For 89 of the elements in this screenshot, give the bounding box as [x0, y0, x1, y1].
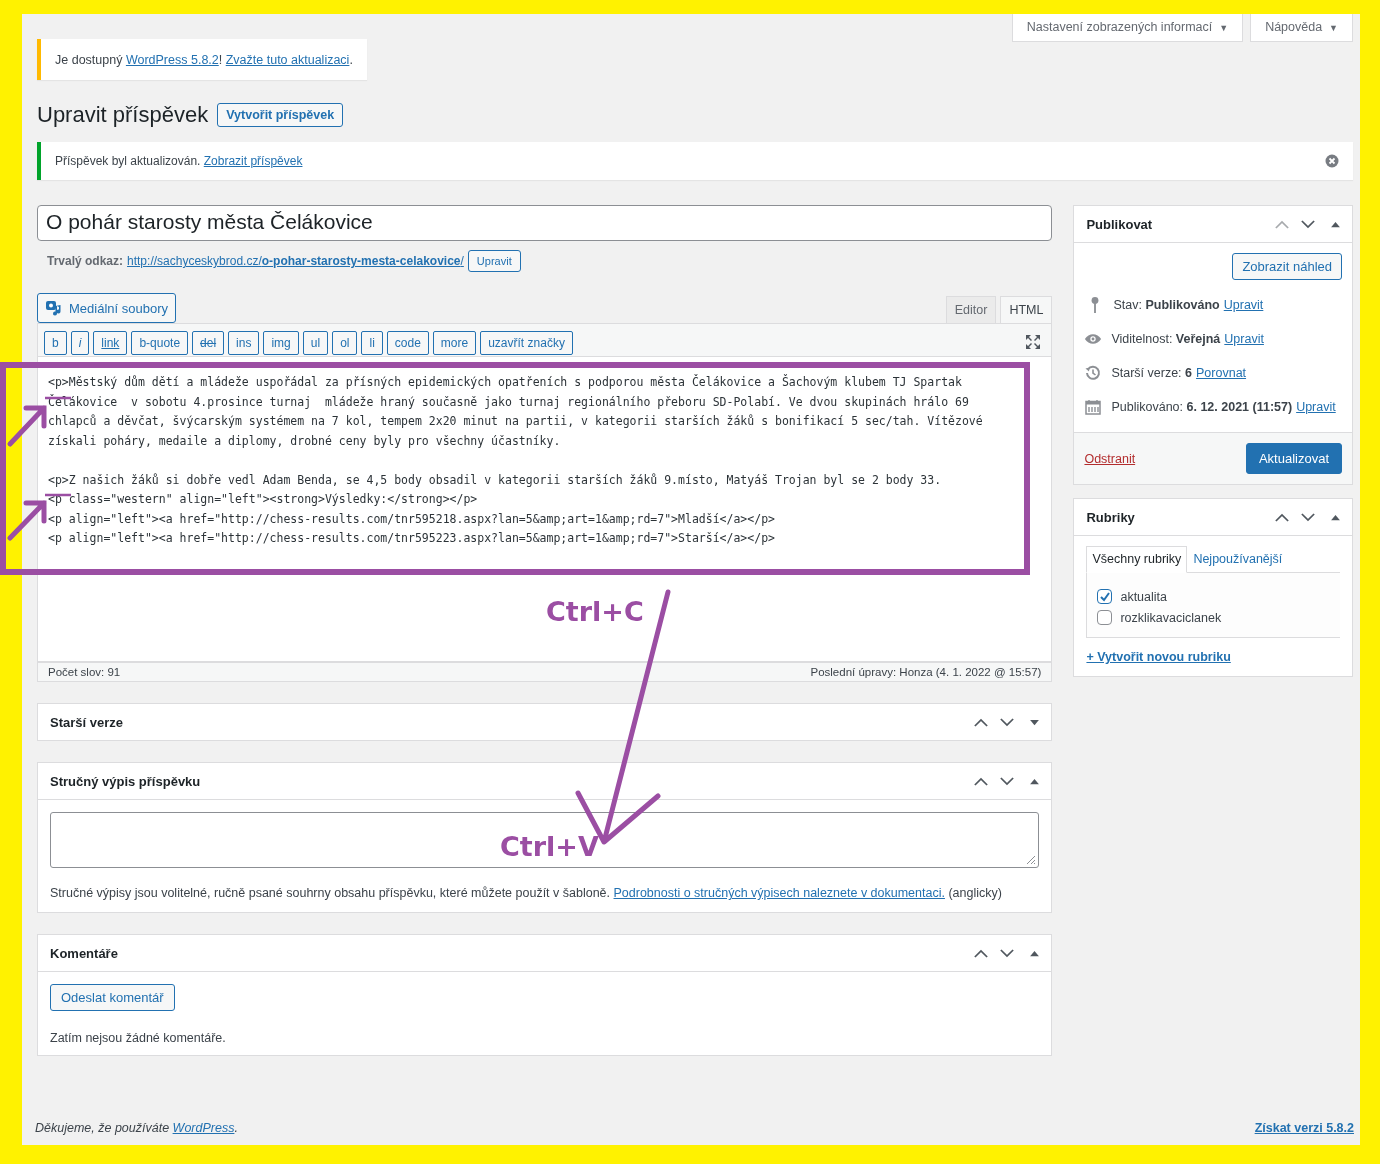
no-comments-text: Zatím nejsou žádné komentáře. [50, 1031, 227, 1045]
media-icon [45, 299, 63, 317]
publish-info: Starší verze: 6 [1111, 366, 1193, 380]
calendar-icon [1084, 399, 1103, 415]
tag-button[interactable]: i [70, 331, 90, 355]
screen-tab[interactable]: Nápověda ▼ [1250, 14, 1353, 42]
tag-button[interactable]: ol [332, 331, 358, 355]
resize-handle-icon[interactable] [1024, 853, 1037, 865]
category-tab[interactable]: Všechny rubriky [1086, 546, 1188, 573]
update-button[interactable]: Aktualizovat [1245, 443, 1342, 474]
category-label: rozklikavaciclanek [1120, 610, 1222, 625]
tag-button[interactable]: b-quote [131, 331, 189, 355]
chevron-up-icon[interactable] [974, 948, 989, 958]
chevron-down-icon[interactable] [1000, 717, 1015, 727]
panel-title: Publikovat [1086, 216, 1153, 232]
add-category-link[interactable]: + Vytvořit novou rubriku [1086, 650, 1231, 664]
annotation-label: Ctrl+C [546, 596, 644, 627]
page-heading: Upravit příspěvek [37, 102, 209, 128]
publish-info: Publikováno: 6. 12. 2021 (11:57) [1111, 400, 1293, 414]
triangle-up-icon[interactable] [1331, 220, 1340, 228]
notice-text: . [349, 52, 353, 67]
editor-tab[interactable]: Editor [945, 296, 997, 323]
fullscreen-icon[interactable] [1025, 334, 1042, 350]
editor-tab[interactable]: HTML [1000, 296, 1053, 323]
word-count: Počet slov: 91 [48, 666, 121, 678]
metabox-title: Starší verze [50, 714, 123, 730]
add-post-button[interactable]: Vytvořit příspěvek [217, 103, 344, 127]
publish-link[interactable]: Porovnat [1196, 366, 1247, 380]
underline-mark [45, 493, 71, 497]
publish-link[interactable]: Upravit [1224, 332, 1264, 346]
chevron-down-icon[interactable] [1000, 948, 1015, 958]
excerpt-field[interactable] [50, 812, 1040, 868]
panel-title: Rubriky [1086, 509, 1135, 525]
delete-link[interactable]: Odstranit [1084, 451, 1136, 466]
last-edit: Poslední úpravy: Honza (4. 1. 2022 @ 15:57) [810, 666, 1042, 678]
permalink-link[interactable]: http://sachyceskybrod.cz/o-pohar-starosty-mesta-celakovice/ [127, 254, 464, 268]
tag-button[interactable]: more [432, 331, 477, 355]
excerpt-help-text: Stručné výpisy jsou volitelné, ručně psané souhrny obsahu příspěvku, které můžete použít v šabloně. Podrobnosti o stručných výpisech naleznete v dokumentaci. (anglicky) [50, 886, 1003, 900]
screen-tab[interactable]: Nastavení zobrazených informací ▼ [1011, 14, 1244, 42]
category-label: aktualita [1120, 589, 1167, 604]
preview-button[interactable]: Zobrazit náhled [1232, 253, 1342, 280]
notice-text: ! [218, 52, 224, 67]
footer-text: . [234, 1121, 238, 1135]
pointer-arrow [7, 500, 47, 541]
category-tab[interactable]: Nejpoužívanější [1187, 546, 1289, 573]
tag-button[interactable]: b [44, 331, 67, 355]
chevron-down-icon[interactable] [1000, 776, 1015, 786]
tag-button[interactable]: del [192, 331, 225, 355]
triangle-up-icon[interactable] [1030, 777, 1040, 785]
publish-link[interactable]: Upravit [1223, 298, 1264, 312]
media-button[interactable]: Mediální soubory [37, 293, 176, 323]
add-comment-button[interactable]: Odeslat komentář [50, 984, 175, 1011]
permalink-label: Trvalý odkaz: [47, 254, 124, 268]
edit-permalink-button[interactable]: Upravit [467, 250, 521, 272]
chevron-up-icon[interactable] [1275, 512, 1289, 522]
triangle-down-icon[interactable] [1030, 718, 1040, 726]
notice-text: Je dostupný [55, 52, 124, 67]
tag-button[interactable]: code [386, 331, 429, 355]
triangle-up-icon[interactable] [1331, 513, 1340, 521]
view-post-link[interactable]: Zobrazit příspěvek [203, 154, 303, 168]
publish-link[interactable]: Upravit [1296, 400, 1336, 414]
triangle-up-icon[interactable] [1030, 949, 1040, 957]
chevron-up-icon[interactable] [974, 717, 989, 727]
annotation-label: Ctrl+V [500, 831, 599, 862]
publish-info: Viditelnost: Veřejná [1111, 332, 1221, 346]
version-link[interactable]: Získat verzi 5.8.2 [1254, 1121, 1354, 1135]
tag-button[interactable]: ins [228, 331, 260, 355]
chevron-up-icon[interactable] [974, 776, 989, 786]
checkbox[interactable] [1097, 589, 1113, 604]
notice-text: Příspěvek byl aktualizován. [55, 154, 202, 168]
history-icon [1084, 365, 1103, 381]
wordpress-link[interactable]: WordPress 5.8.2 [125, 52, 219, 67]
metabox-title: Stručný výpis příspěvku [50, 773, 201, 789]
tag-button[interactable]: ul [302, 331, 329, 355]
tag-button[interactable]: link [93, 331, 128, 355]
documentation-link[interactable]: Podrobnosti o stručných výpisech naleznete v dokumentaci. [613, 886, 945, 900]
tag-button[interactable]: img [263, 331, 299, 355]
title-field[interactable]: O pohár starosty města Čelákovice [37, 205, 1053, 241]
footer-text: Děkujeme, že používáte [35, 1121, 171, 1135]
eye-icon [1084, 331, 1103, 347]
chevron-down-icon[interactable] [1301, 219, 1315, 229]
metabox-title: Komentáře [50, 945, 118, 961]
tag-button[interactable]: li [361, 331, 383, 355]
chevron-down-icon[interactable] [1301, 512, 1315, 522]
publish-info: Stav: Publikováno [1113, 298, 1220, 312]
checkbox[interactable] [1097, 610, 1113, 625]
close-icon[interactable] [1325, 154, 1339, 168]
pointer-arrow [7, 405, 47, 447]
tag-button[interactable]: uzavřít značky [480, 331, 573, 355]
